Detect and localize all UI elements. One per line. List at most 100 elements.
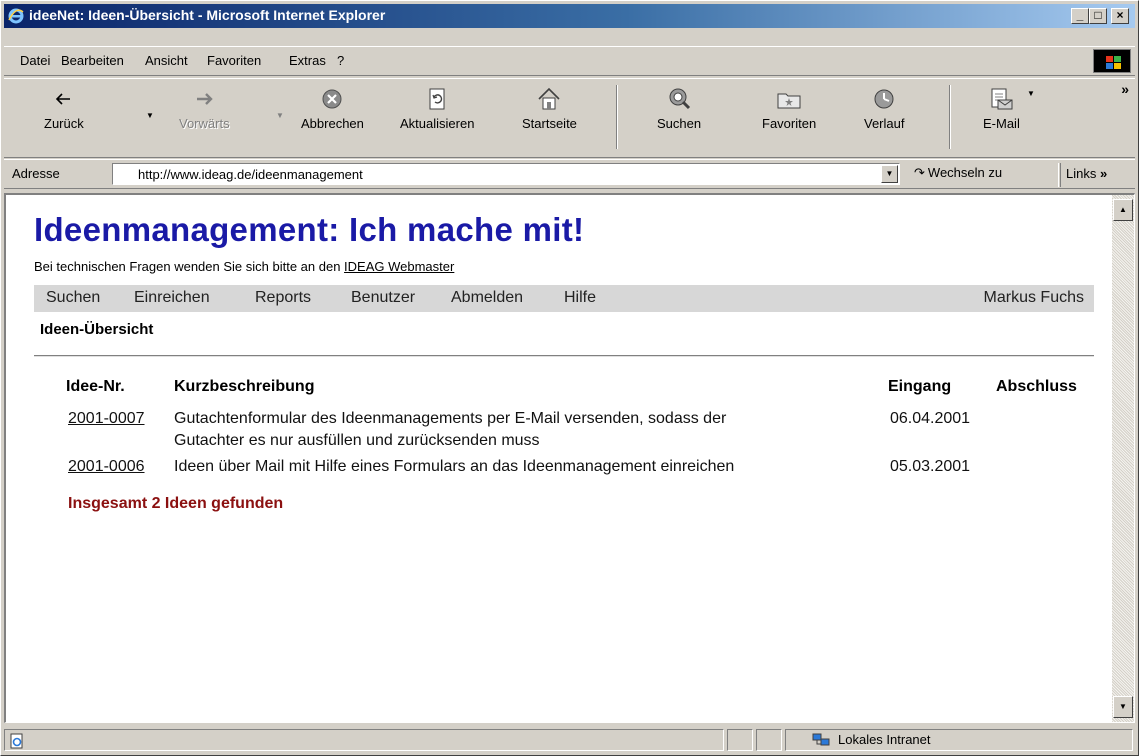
menu-extras[interactable]: Extras xyxy=(289,53,326,68)
stop-button[interactable]: Abbrechen xyxy=(301,85,364,131)
refresh-icon xyxy=(429,88,445,110)
minimize-button[interactable]: _ xyxy=(1071,8,1089,24)
status-progress xyxy=(727,729,753,751)
page-subtitle: Bei technischen Fragen wenden Sie sich b… xyxy=(34,259,454,274)
refresh-button[interactable]: Aktualisieren xyxy=(400,85,474,131)
window-title: ideeNet: Ideen-Übersicht - Microsoft Int… xyxy=(29,7,386,23)
table-row-1-received: 06.04.2001 xyxy=(890,410,971,427)
links-button[interactable]: Links » xyxy=(1066,166,1107,181)
divider xyxy=(34,355,1094,357)
maximize-button[interactable]: □ xyxy=(1089,8,1107,24)
links-separator xyxy=(1058,163,1061,187)
address-bar: Adresse http://www.ideag.de/ideenmanagem… xyxy=(4,159,1135,189)
go-label: Wechseln zu xyxy=(927,165,1003,180)
page-icon xyxy=(10,733,23,749)
back-arrow-icon xyxy=(55,93,70,105)
address-url: http://www.ideag.de/ideenmanagement xyxy=(138,167,363,182)
windows-logo-icon xyxy=(1093,49,1131,73)
result-count: Insgesamt 2 Ideen gefunden xyxy=(68,495,284,512)
links-label: Links xyxy=(1066,166,1097,181)
title-bar[interactable]: ideeNet: Ideen-Übersicht - Microsoft Int… xyxy=(4,4,1135,28)
stop-icon xyxy=(322,89,342,109)
toolbar: Zurück ▼ Vorwärts ▼ Abbrechen Aktualisie… xyxy=(4,78,1135,158)
forward-arrow-icon xyxy=(197,93,213,105)
toolbar-separator xyxy=(949,85,951,149)
address-dropdown-icon[interactable]: ▼ xyxy=(881,165,898,183)
column-header-id: Idee-Nr. xyxy=(66,378,125,395)
table-row-2-description: Ideen über Mail mit Hilfe eines Formular… xyxy=(174,458,735,475)
menu-help[interactable]: ? xyxy=(337,53,344,68)
mail-label: E-Mail xyxy=(983,116,1020,131)
menu-bearbeiten[interactable]: Bearbeiten xyxy=(61,53,124,68)
idea-link[interactable]: 2001-0007 xyxy=(68,410,145,427)
status-bar: Lokales Intranet xyxy=(4,728,1135,753)
favorites-folder-icon xyxy=(777,93,801,109)
back-button[interactable]: Zurück xyxy=(44,85,84,131)
column-header-description: Kurzbeschreibung xyxy=(174,378,315,395)
mail-icon xyxy=(991,88,1013,110)
section-title: Ideen-Übersicht xyxy=(40,321,154,338)
home-button[interactable]: Startseite xyxy=(522,85,577,131)
table-row-2-received: 05.03.2001 xyxy=(890,458,971,475)
table-row-1-id[interactable]: 2001-0007 xyxy=(68,410,145,428)
forward-label: Vorwärts xyxy=(179,116,230,131)
favorites-label: Favoriten xyxy=(762,116,817,131)
page-content: Ideenmanagement: Ich mache mit! Bei tech… xyxy=(4,193,1135,723)
back-label: Zurück xyxy=(44,116,84,131)
nav-hilfe[interactable]: Hilfe xyxy=(564,289,596,307)
column-header-received: Eingang xyxy=(888,378,952,395)
nav-suchen[interactable]: Suchen xyxy=(46,289,100,307)
subtitle-text: Bei technischen Fragen wenden Sie sich b… xyxy=(34,259,345,274)
column-header-closed: Abschluss xyxy=(996,378,1077,395)
menu-ansicht[interactable]: Ansicht xyxy=(145,53,188,68)
table-row-2-id[interactable]: 2001-0006 xyxy=(68,458,145,476)
search-label: Suchen xyxy=(657,116,702,131)
current-user: Markus Fuchs xyxy=(983,289,1084,306)
go-arrow-icon: ↷ xyxy=(914,165,925,180)
page-title: Ideenmanagement: Ich mache mit! xyxy=(34,211,585,248)
webmaster-link[interactable]: IDEAG Webmaster xyxy=(344,259,454,274)
history-clock-icon xyxy=(874,89,894,109)
search-globe-icon xyxy=(669,88,691,110)
status-zone: Lokales Intranet xyxy=(785,729,1133,751)
mail-button[interactable]: E-Mail xyxy=(983,85,1020,131)
forward-button[interactable]: Vorwärts xyxy=(179,85,230,131)
go-button[interactable]: ↷ Wechseln zu xyxy=(914,165,1002,181)
ie-logo-icon xyxy=(8,8,24,24)
nav-abmelden[interactable]: Abmelden xyxy=(451,289,523,307)
nav-einreichen[interactable]: Einreichen xyxy=(134,289,210,307)
browser-window: ideeNet: Ideen-Übersicht - Microsoft Int… xyxy=(0,0,1139,756)
menu-favoriten[interactable]: Favoriten xyxy=(207,53,261,68)
vertical-scrollbar[interactable]: ▲ ▼ xyxy=(1112,195,1134,722)
scroll-up-icon[interactable]: ▲ xyxy=(1113,199,1133,221)
status-main xyxy=(4,729,724,751)
nav-reports[interactable]: Reports xyxy=(255,289,311,307)
close-button[interactable]: × xyxy=(1111,8,1129,24)
table-row-1-description-cont: Gutachter es nur ausfüllen und zurücksen… xyxy=(174,432,540,449)
zone-label: Lokales Intranet xyxy=(838,732,931,747)
address-input[interactable]: http://www.ideag.de/ideenmanagement xyxy=(112,163,900,185)
site-nav: Suchen Einreichen Reports Benutzer Abmel… xyxy=(34,285,1094,312)
forward-dropdown-icon[interactable]: ▼ xyxy=(276,111,284,120)
nav-benutzer[interactable]: Benutzer xyxy=(351,289,415,307)
intranet-icon xyxy=(812,733,830,746)
idea-link[interactable]: 2001-0006 xyxy=(68,458,145,475)
menu-datei[interactable]: Datei xyxy=(20,53,50,68)
mail-dropdown-icon[interactable]: ▼ xyxy=(1027,89,1035,98)
history-button[interactable]: Verlauf xyxy=(864,85,904,131)
toolbar-separator xyxy=(616,85,618,149)
scroll-down-icon[interactable]: ▼ xyxy=(1113,696,1133,718)
refresh-label: Aktualisieren xyxy=(400,116,475,131)
favorites-button[interactable]: Favoriten xyxy=(762,85,816,131)
home-label: Startseite xyxy=(522,116,577,131)
home-icon xyxy=(538,87,561,110)
status-secure xyxy=(756,729,782,751)
stop-label: Abbrechen xyxy=(301,116,364,131)
toolbar-more-chevron-icon[interactable]: » xyxy=(1121,81,1129,97)
address-label: Adresse xyxy=(12,166,60,181)
back-dropdown-icon[interactable]: ▼ xyxy=(146,111,154,120)
history-label: Verlauf xyxy=(864,116,905,131)
search-button[interactable]: Suchen xyxy=(657,85,701,131)
table-row-1-description: Gutachtenformular des Ideenmanagements p… xyxy=(174,410,727,427)
links-more-chevron-icon: » xyxy=(1099,166,1108,181)
